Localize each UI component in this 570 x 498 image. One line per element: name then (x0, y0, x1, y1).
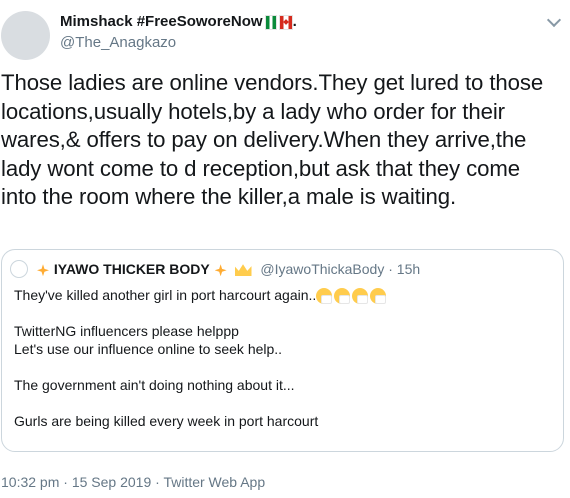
sparkles-icon (214, 264, 227, 277)
flag-canada-icon (278, 14, 293, 30)
flag-nigeria-icon (264, 14, 277, 30)
quoted-tweet-body: They've killed another girl in port harc… (14, 286, 554, 430)
author-name-suffix: . (292, 13, 297, 30)
quoted-line: They've killed another girl in port harc… (14, 286, 554, 305)
tweet-text-line: Those ladies are online vendors.They get… (1, 70, 544, 95)
sneezing-face-icon (316, 288, 333, 305)
quoted-line: The government ain't doing nothing about… (14, 377, 295, 393)
quoted-separator: · (384, 261, 397, 277)
quoted-line-text: They've killed another girl in port harc… (14, 287, 317, 303)
tweet-time[interactable]: 10:32 pm (1, 474, 59, 490)
tweet-text-line: lady wont come to d reception,but ask th… (1, 155, 520, 181)
tweet-source[interactable]: Twitter Web App (163, 474, 265, 490)
tweet-date[interactable]: 15 Sep 2019 (72, 474, 151, 490)
tweet-text-line: into the room where the killer,a male is… (1, 184, 457, 209)
sneezing-face-icon (370, 288, 387, 305)
tweet-text: Those ladies are online vendors.They get… (1, 69, 567, 212)
quoted-author-name: IYAWO THICKER BODY (53, 261, 210, 277)
quoted-tweet-header: IYAWO THICKER BODY @IyawoThickaBody · 15… (36, 260, 420, 278)
quoted-time-ago: 15h (396, 261, 421, 277)
tweet-header: Mimshack #FreeSoworeNow . @The_Anagkazo (60, 12, 520, 53)
chevron-down-icon[interactable] (546, 12, 562, 28)
meta-separator: · (151, 474, 164, 490)
quoted-author-avatar (10, 260, 28, 278)
author-name-row[interactable]: Mimshack #FreeSoworeNow . (60, 12, 520, 32)
quoted-author-handle: @IyawoThickaBody (260, 261, 385, 277)
author-avatar[interactable] (1, 11, 50, 60)
quoted-line: Let's use our influence online to seek h… (14, 341, 283, 357)
quoted-tweet[interactable]: IYAWO THICKER BODY @IyawoThickaBody · 15… (1, 249, 564, 452)
meta-separator: · (59, 474, 72, 490)
tweet-meta: 10:32 pm · 15 Sep 2019 · Twitter Web App (1, 473, 265, 491)
author-handle[interactable]: @The_Anagkazo (60, 33, 520, 53)
tweet-text-line: locations,usually hotels,by a lady who o… (1, 98, 505, 124)
quoted-line: Gurls are being killed every week in por… (14, 413, 319, 429)
sneezing-face-icon (352, 288, 369, 305)
crown-icon (234, 264, 252, 277)
sneezing-face-icon (334, 288, 351, 305)
quoted-line: TwitterNG influencers please helppp (14, 323, 239, 339)
tweet-text-line: wares,& offers to pay on delivery.When t… (1, 127, 527, 152)
author-name[interactable]: Mimshack #FreeSoworeNow (60, 12, 263, 32)
sparkles-icon (37, 264, 49, 277)
